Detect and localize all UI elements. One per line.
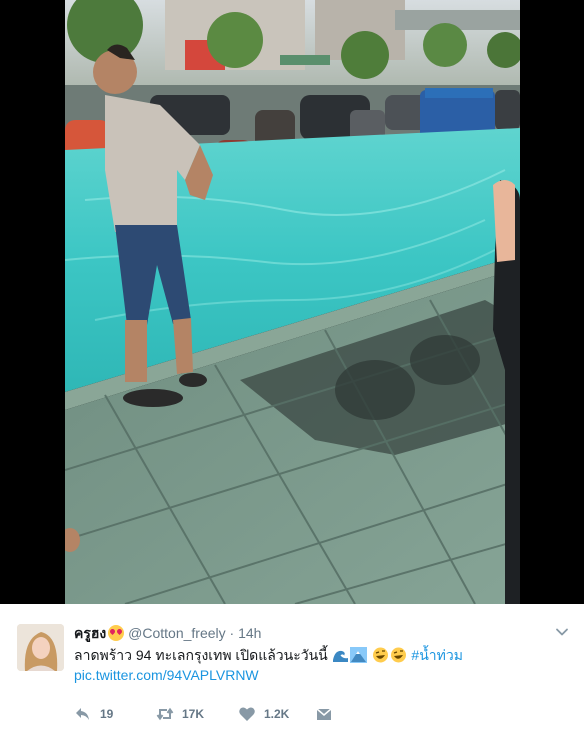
flooded-street-photo bbox=[65, 0, 520, 604]
heart-eyes-emoji-icon bbox=[108, 625, 125, 641]
reply-count: 19 bbox=[100, 707, 114, 721]
tweet-text: ลาดพร้าว 94 ทะเลกรุงเทพ เปิดแล้วนะวันนี้… bbox=[74, 645, 554, 665]
retweet-button[interactable]: 17K bbox=[156, 705, 204, 723]
user-handle[interactable]: @Cotton_freely bbox=[128, 625, 225, 641]
like-button[interactable]: 1.2K bbox=[238, 705, 289, 723]
hashtag-link[interactable]: #น้ำท่วม bbox=[411, 647, 463, 663]
tweet-photo[interactable] bbox=[65, 0, 520, 604]
avatar-image bbox=[17, 624, 64, 671]
avatar[interactable] bbox=[17, 624, 64, 671]
like-count: 1.2K bbox=[264, 707, 290, 721]
heart-icon bbox=[239, 707, 255, 721]
tweet-actions: 19 17K 1.2K bbox=[74, 705, 374, 723]
timestamp[interactable]: 14h bbox=[238, 625, 261, 641]
chevron-down-icon[interactable] bbox=[555, 625, 569, 639]
media-link[interactable]: pic.twitter.com/94VAPLVRNW bbox=[74, 665, 259, 685]
display-name[interactable]: ครูฮง bbox=[74, 625, 106, 641]
reply-button[interactable]: 19 bbox=[74, 705, 113, 723]
retweet-count: 17K bbox=[182, 707, 205, 721]
mountain-emoji-icon bbox=[349, 647, 367, 663]
tweet-body: ลาดพร้าว 94 ทะเลกรุงเทพ เปิดแล้วนะวันนี้ bbox=[74, 647, 328, 663]
rofl-emoji-icon bbox=[372, 647, 389, 663]
direct-message-button[interactable] bbox=[315, 705, 341, 723]
reply-icon bbox=[76, 708, 89, 720]
separator-dot: · bbox=[229, 625, 235, 641]
rofl-emoji-icon bbox=[390, 647, 407, 663]
tweet-header: ครูฮง @Cotton_freely · 14h bbox=[74, 623, 544, 643]
retweet-icon bbox=[156, 707, 174, 721]
direct-message-icon bbox=[316, 708, 332, 720]
water-wave-emoji-icon bbox=[332, 647, 349, 663]
media-frame bbox=[0, 0, 584, 604]
